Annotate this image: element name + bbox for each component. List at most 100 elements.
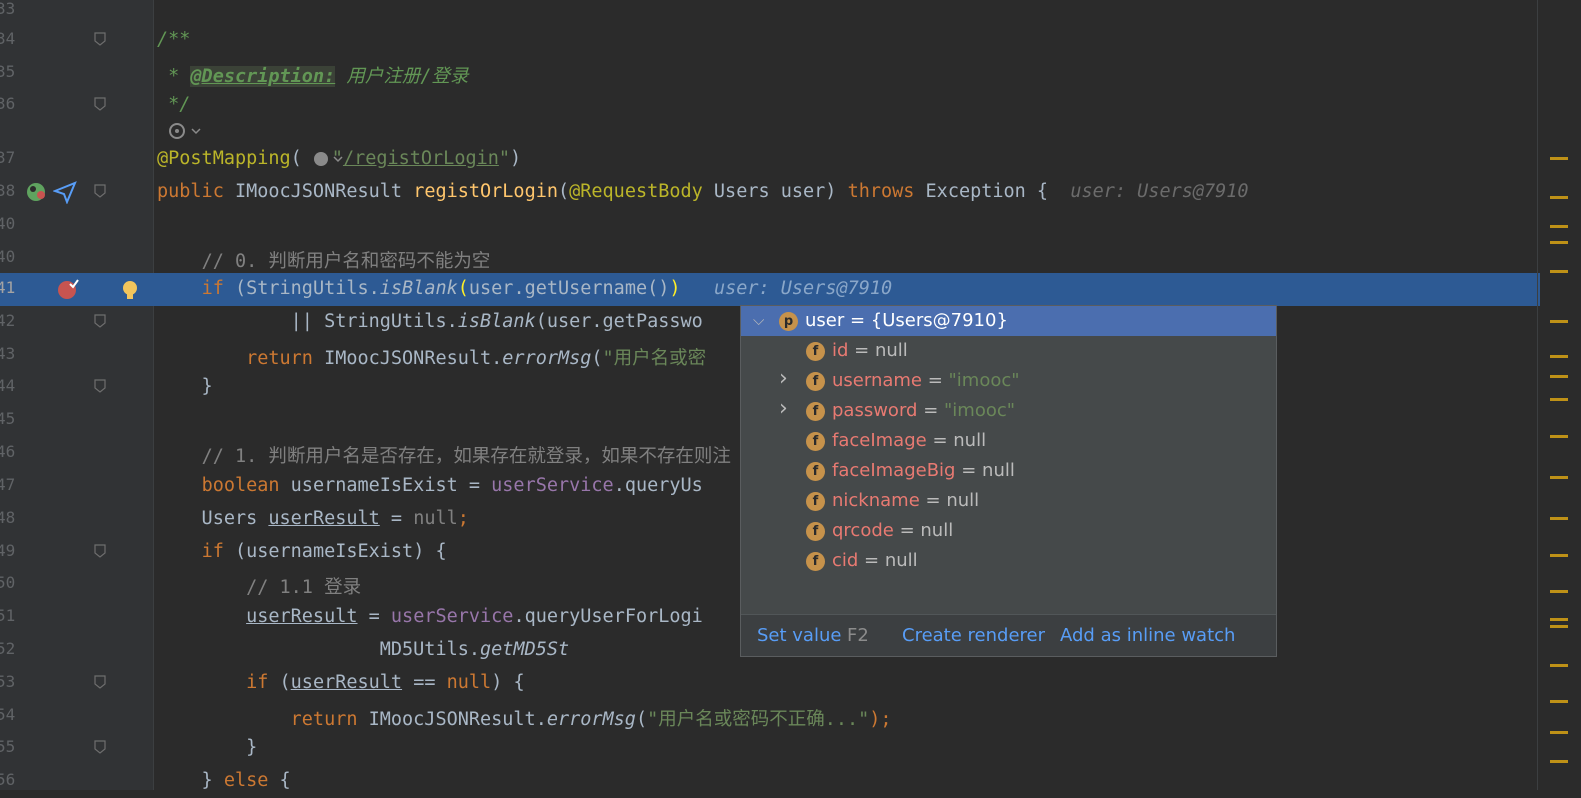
scrollbar-marker[interactable] — [1550, 517, 1568, 520]
code-text: // 1. 判断用户名是否存在，如果存在就登录，如果不存在则注 — [201, 446, 731, 467]
breakpoint-icon[interactable] — [56, 278, 80, 302]
field-equals: = — [919, 490, 947, 511]
globe-icon[interactable] — [312, 150, 346, 168]
line-number: 56 — [0, 770, 16, 789]
scrollbar-marker[interactable] — [1550, 157, 1568, 160]
code-text: if (StringUtils.isBlank(user.getUsername… — [201, 278, 893, 299]
popup-field-row[interactable]: f id = null — [741, 336, 1276, 366]
line-number: 47 — [0, 475, 16, 494]
code-line[interactable]: 33 — [0, 0, 1540, 27]
line-number: 48 — [0, 508, 16, 527]
code-line[interactable]: 54 return IMoocJSONResult.errorMsg("用户名或… — [0, 700, 1540, 733]
scrollbar-marker[interactable] — [1550, 435, 1568, 438]
fold-marker-icon[interactable] — [94, 314, 106, 328]
parameter-badge-icon: p — [779, 312, 798, 331]
fold-marker-icon[interactable] — [94, 32, 106, 46]
line-number: 45 — [0, 409, 16, 428]
scrollbar-marker[interactable] — [1550, 731, 1568, 734]
code-text: return IMoocJSONResult.errorMsg("用户名或密码不… — [290, 709, 892, 730]
fold-marker-icon[interactable] — [94, 379, 106, 393]
code-line[interactable]: 55 } — [0, 732, 1540, 765]
fold-marker-icon[interactable] — [94, 675, 106, 689]
field-name: faceImageBig — [832, 460, 956, 481]
popup-field-row[interactable]: › f username = "imooc" — [741, 366, 1276, 396]
fold-marker-icon[interactable] — [94, 740, 106, 754]
field-equals: = — [926, 430, 954, 451]
popup-field-row[interactable]: › f password = "imooc" — [741, 396, 1276, 426]
run-spring-endpoint-icon[interactable] — [25, 180, 49, 204]
code-text: Users userResult = null; — [157, 508, 469, 529]
scrollbar-marker[interactable] — [1550, 241, 1568, 244]
field-value: null — [946, 490, 980, 511]
scrollbar-marker[interactable] — [1550, 320, 1568, 323]
line-number: 37 — [0, 148, 16, 167]
field-value: "imooc" — [948, 370, 1020, 391]
root-var-value: {Users@7910} — [870, 310, 1008, 331]
scrollbar-marker[interactable] — [1550, 225, 1568, 228]
fold-marker-icon[interactable] — [94, 97, 106, 111]
chevron-right-icon[interactable]: › — [779, 366, 788, 391]
code-line[interactable]: 40 // 0. 判断用户名和密码不能为空 — [0, 242, 1540, 275]
line-number: 54 — [0, 705, 16, 724]
set-value-shortcut: F2 — [847, 625, 869, 646]
fold-marker-icon[interactable] — [94, 184, 106, 198]
popup-field-row[interactable]: f cid = null — [741, 546, 1276, 576]
popup-root-row[interactable]: ⌵ p user = {Users@7910} — [741, 306, 1276, 336]
code-line[interactable]: 34 /** — [0, 24, 1540, 57]
line-number: 49 — [0, 541, 16, 560]
lightbulb-icon[interactable] — [120, 279, 140, 303]
popup-field-row[interactable]: f qrcode = null — [741, 516, 1276, 546]
line-number: 40 — [0, 214, 16, 233]
chevron-right-icon[interactable]: › — [779, 396, 788, 421]
scrollbar-marker[interactable] — [1550, 760, 1568, 763]
code-line[interactable]: 38 public IMoocJSONResult registOrLogin(@… — [0, 176, 1540, 209]
scrollbar-track[interactable] — [1537, 0, 1538, 790]
field-text: password = "imooc" — [832, 400, 1015, 421]
scrollbar-marker[interactable] — [1550, 398, 1568, 401]
line-number: 43 — [0, 344, 16, 363]
code-vision-icon[interactable] — [168, 122, 204, 140]
field-text: id = null — [832, 340, 908, 361]
scrollbar-marker[interactable] — [1550, 270, 1568, 273]
send-request-icon[interactable] — [53, 180, 77, 204]
debug-variable-popup[interactable]: ⌵ p user = {Users@7910} f id = null › f user… — [740, 305, 1277, 657]
scrollbar-marker[interactable] — [1550, 476, 1568, 479]
scrollbar-marker[interactable] — [1550, 355, 1568, 358]
field-text: faceImage = null — [832, 430, 986, 451]
field-name: nickname — [832, 490, 920, 511]
scrollbar-marker[interactable] — [1550, 625, 1568, 628]
field-value: null — [884, 550, 918, 571]
line-number: 38 — [0, 181, 16, 200]
field-badge-icon: f — [806, 492, 825, 511]
popup-field-row[interactable]: f faceImageBig = null — [741, 456, 1276, 486]
code-line-current[interactable]: 41 if (StringUtils.isBlank(user.getUsern… — [0, 273, 1540, 306]
line-number: 41 — [0, 278, 16, 297]
line-number: 50 — [0, 573, 16, 592]
code-line[interactable]: 53 if (userResult == null) { — [0, 667, 1540, 700]
scrollbar-marker[interactable] — [1550, 590, 1568, 593]
code-line[interactable]: 35 * @Description: 用户注册/登录 — [0, 57, 1540, 90]
code-line[interactable]: 56 } else { — [0, 765, 1540, 798]
scrollbar-marker[interactable] — [1550, 700, 1568, 703]
code-line[interactable]: 37 @PostMapping("/registOrLogin") — [0, 143, 1540, 176]
scrollbar-marker[interactable] — [1550, 375, 1568, 378]
field-value: null — [874, 340, 908, 361]
create-renderer-link[interactable]: Create renderer — [902, 625, 1045, 646]
code-text: public IMoocJSONResult registOrLogin(@Re… — [157, 181, 1249, 202]
scrollbar-marker[interactable] — [1550, 196, 1568, 199]
scrollbar-marker[interactable] — [1550, 618, 1568, 621]
chevron-down-icon[interactable]: ⌵ — [753, 311, 764, 329]
line-number: 42 — [0, 311, 16, 330]
add-inline-watch-link[interactable]: Add as inline watch — [1060, 625, 1235, 646]
code-text: * @Description: 用户注册/登录 — [157, 66, 469, 87]
fold-marker-icon[interactable] — [94, 544, 106, 558]
scrollbar-marker[interactable] — [1550, 554, 1568, 557]
popup-field-row[interactable]: f faceImage = null — [741, 426, 1276, 456]
popup-field-row[interactable]: f nickname = null — [741, 486, 1276, 516]
set-value-link[interactable]: Set value — [757, 625, 841, 646]
scrollbar-marker[interactable] — [1550, 664, 1568, 667]
field-value: null — [953, 430, 987, 451]
code-line[interactable]: 40 — [0, 209, 1540, 242]
field-value: null — [982, 460, 1015, 481]
field-badge-icon: f — [806, 372, 825, 391]
